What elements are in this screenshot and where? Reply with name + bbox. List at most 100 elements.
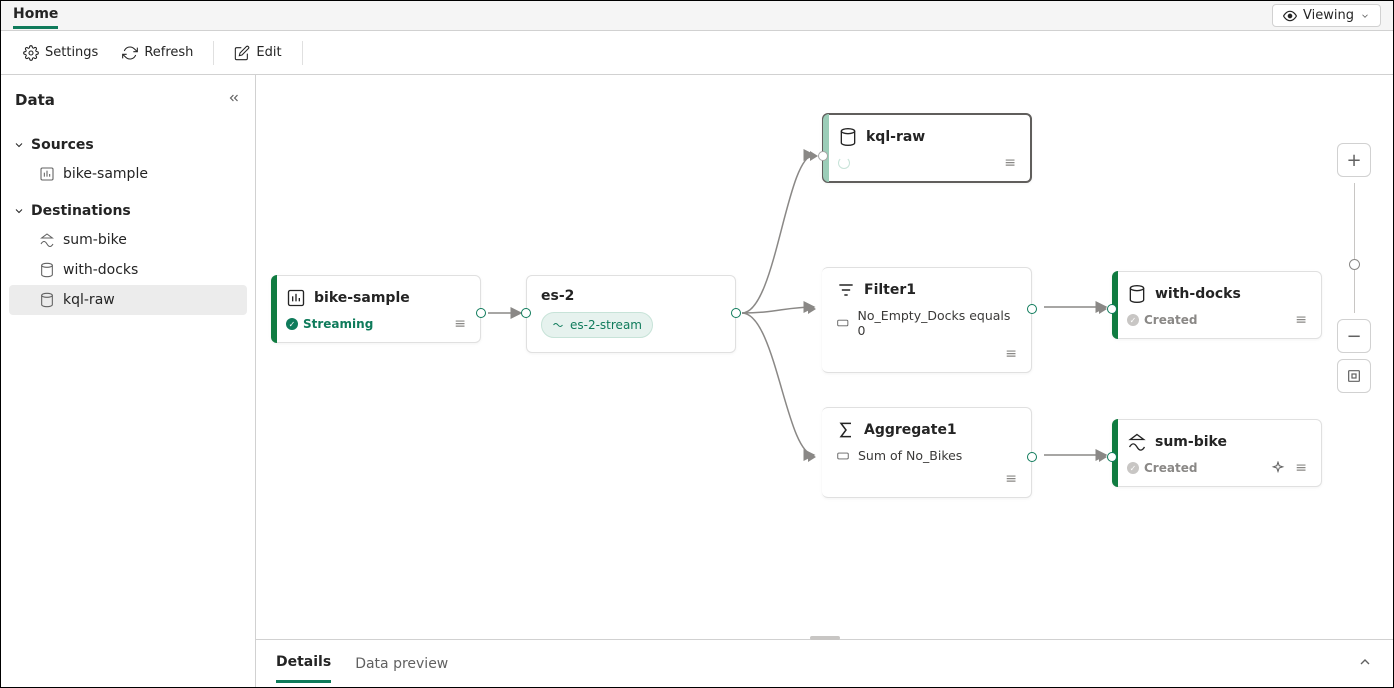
settings-label: Settings — [45, 45, 98, 60]
tree-item-label: bike-sample — [63, 166, 148, 182]
stream-pill[interactable]: es-2-stream — [541, 312, 653, 338]
node-status: Created — [1144, 461, 1197, 475]
input-port-dot[interactable] — [1107, 304, 1117, 314]
zoom-in-button[interactable]: + — [1337, 143, 1371, 177]
chevron-down-icon — [1360, 11, 1370, 21]
node-status: Streaming — [303, 317, 373, 331]
settings-button[interactable]: Settings — [13, 39, 108, 67]
chevron-down-icon — [13, 139, 25, 151]
chevron-up-icon — [1357, 654, 1373, 670]
zoom-slider[interactable] — [1354, 183, 1355, 313]
database-icon — [838, 127, 858, 147]
node-menu-button[interactable]: ≡ — [1005, 471, 1017, 487]
database-icon — [1127, 284, 1147, 304]
input-port[interactable] — [808, 304, 816, 314]
body: Data Sources bike-sample Destinat — [1, 75, 1393, 687]
node-menu-button[interactable]: ≡ — [454, 316, 466, 332]
node-title: es-2 — [541, 288, 574, 304]
node-title: sum-bike — [1155, 434, 1227, 450]
check-icon: ✓ — [1127, 462, 1139, 474]
chevron-down-icon — [13, 205, 25, 217]
sigma-icon — [836, 420, 856, 440]
chevron-double-left-icon — [227, 91, 241, 105]
fit-to-screen-button[interactable] — [1337, 359, 1371, 393]
check-icon: ✓ — [1127, 314, 1139, 326]
edit-label: Edit — [256, 45, 281, 60]
node-title: Aggregate1 — [864, 422, 957, 438]
node-title: with-docks — [1155, 286, 1241, 302]
edit-button[interactable]: Edit — [224, 39, 291, 67]
node-bike-sample[interactable]: bike-sample ✓ Streaming ≡ — [271, 275, 481, 343]
node-es-2[interactable]: es-2 es-2-stream — [526, 275, 736, 353]
lakehouse-icon — [1127, 432, 1147, 452]
node-menu-button[interactable]: ≡ — [1005, 346, 1017, 362]
database-icon — [39, 292, 55, 308]
tab-data-preview[interactable]: Data preview — [355, 646, 448, 682]
node-accent — [823, 114, 829, 182]
stream-label: es-2-stream — [570, 318, 642, 332]
expand-panel-button[interactable] — [1357, 654, 1373, 674]
panel-title: Data — [15, 91, 55, 109]
refresh-button[interactable]: Refresh — [112, 39, 203, 67]
app-root: Home Viewing Settings Refresh — [0, 0, 1394, 688]
toolbar: Settings Refresh Edit — [1, 31, 1393, 75]
input-port[interactable] — [808, 452, 816, 462]
input-port[interactable] — [1099, 304, 1107, 314]
node-title: kql-raw — [866, 129, 925, 145]
node-menu-button[interactable]: ≡ — [1295, 312, 1307, 328]
node-menu-button[interactable]: ≡ — [1295, 460, 1307, 476]
loading-spinner — [838, 157, 850, 169]
tree-item-label: sum-bike — [63, 232, 127, 248]
input-port[interactable] — [810, 151, 818, 161]
node-filter1[interactable]: Filter1 No_Empty_Docks equals 0 ≡ — [822, 267, 1032, 373]
field-icon — [836, 449, 850, 463]
refresh-icon — [122, 45, 138, 61]
toolbar-separator-2 — [302, 41, 303, 65]
input-port-dot[interactable] — [1107, 452, 1117, 462]
gear-icon — [23, 45, 39, 61]
node-aggregate1[interactable]: Aggregate1 Sum of No_Bikes ≡ — [822, 407, 1032, 498]
toolbar-separator — [213, 41, 214, 65]
field-icon — [836, 316, 850, 330]
database-icon — [39, 262, 55, 278]
tree-section-destinations[interactable]: Destinations — [9, 197, 247, 225]
filter-icon — [836, 280, 856, 300]
canvas[interactable]: bike-sample ✓ Streaming ≡ es-2 — [256, 75, 1393, 639]
input-port-dot[interactable] — [818, 151, 828, 161]
tree-section-sources[interactable]: Sources — [9, 131, 247, 159]
node-kql-raw[interactable]: kql-raw ≡ — [822, 113, 1032, 183]
sparkle-icon — [1271, 461, 1285, 475]
zoom-out-button[interactable]: − — [1337, 319, 1371, 353]
input-port[interactable] — [521, 308, 531, 318]
tab-home[interactable]: Home — [13, 2, 58, 29]
zoom-thumb[interactable] — [1349, 259, 1360, 270]
canvas-area: bike-sample ✓ Streaming ≡ es-2 — [256, 75, 1393, 687]
output-port[interactable] — [476, 308, 486, 318]
input-port[interactable] — [1099, 452, 1107, 462]
side-panel: Data Sources bike-sample Destinat — [1, 75, 256, 687]
node-status: Created — [1144, 313, 1197, 327]
node-with-docks[interactable]: with-docks ✓ Created ≡ — [1112, 271, 1322, 339]
tree-item-sum-bike[interactable]: sum-bike — [9, 225, 247, 255]
eye-icon — [1283, 9, 1297, 23]
tree-item-bike-sample[interactable]: bike-sample — [9, 159, 247, 189]
tree-item-kql-raw[interactable]: kql-raw — [9, 285, 247, 315]
filter-condition: No_Empty_Docks equals 0 — [858, 308, 1017, 338]
collapse-panel-button[interactable] — [227, 91, 241, 109]
zoom-controls: + − — [1337, 143, 1371, 393]
check-icon: ✓ — [286, 318, 298, 330]
tab-details[interactable]: Details — [276, 644, 331, 683]
output-port[interactable] — [1027, 304, 1037, 314]
node-title: Filter1 — [864, 282, 916, 298]
edit-icon — [234, 45, 250, 61]
tree-item-label: kql-raw — [63, 292, 115, 308]
output-port[interactable] — [1027, 452, 1037, 462]
topbar: Home Viewing — [1, 1, 1393, 31]
node-sum-bike[interactable]: sum-bike ✓ Created ≡ — [1112, 419, 1322, 487]
mode-dropdown[interactable]: Viewing — [1272, 4, 1381, 27]
resize-handle[interactable] — [810, 636, 840, 640]
node-menu-button[interactable]: ≡ — [1004, 155, 1016, 171]
node-title: bike-sample — [314, 290, 410, 306]
tree-item-with-docks[interactable]: with-docks — [9, 255, 247, 285]
output-port[interactable] — [731, 308, 741, 318]
